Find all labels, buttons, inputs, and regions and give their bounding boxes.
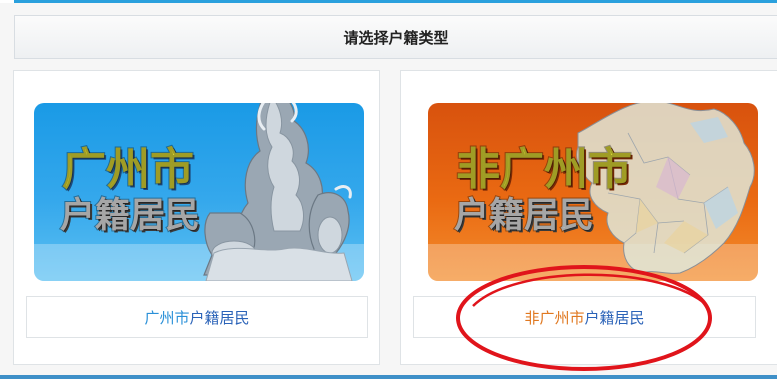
button-city-label: 广州市 [144, 308, 190, 327]
select-guangzhou-button[interactable]: 广州市 户籍居民 [26, 296, 368, 338]
top-border [0, 0, 777, 3]
bottom-bar [0, 375, 777, 379]
button-suffix-label: 户籍居民 [189, 308, 250, 327]
banner-title-line2: 户籍居民 [59, 195, 201, 237]
option-card-guangzhou[interactable]: 广州市 户籍居民 广州市 户籍居民 [13, 70, 380, 365]
banner-image-guangzhou[interactable]: 广州市 户籍居民 [34, 103, 364, 281]
banner-image-non-guangzhou[interactable]: 非广州市 户籍居民 [428, 103, 758, 281]
annotation-oval [456, 265, 712, 371]
top-accent-line [14, 0, 777, 3]
page-title: 请选择户籍类型 [343, 28, 449, 47]
banner-title-line2: 户籍居民 [453, 195, 595, 237]
page-header: 请选择户籍类型 [14, 15, 777, 59]
